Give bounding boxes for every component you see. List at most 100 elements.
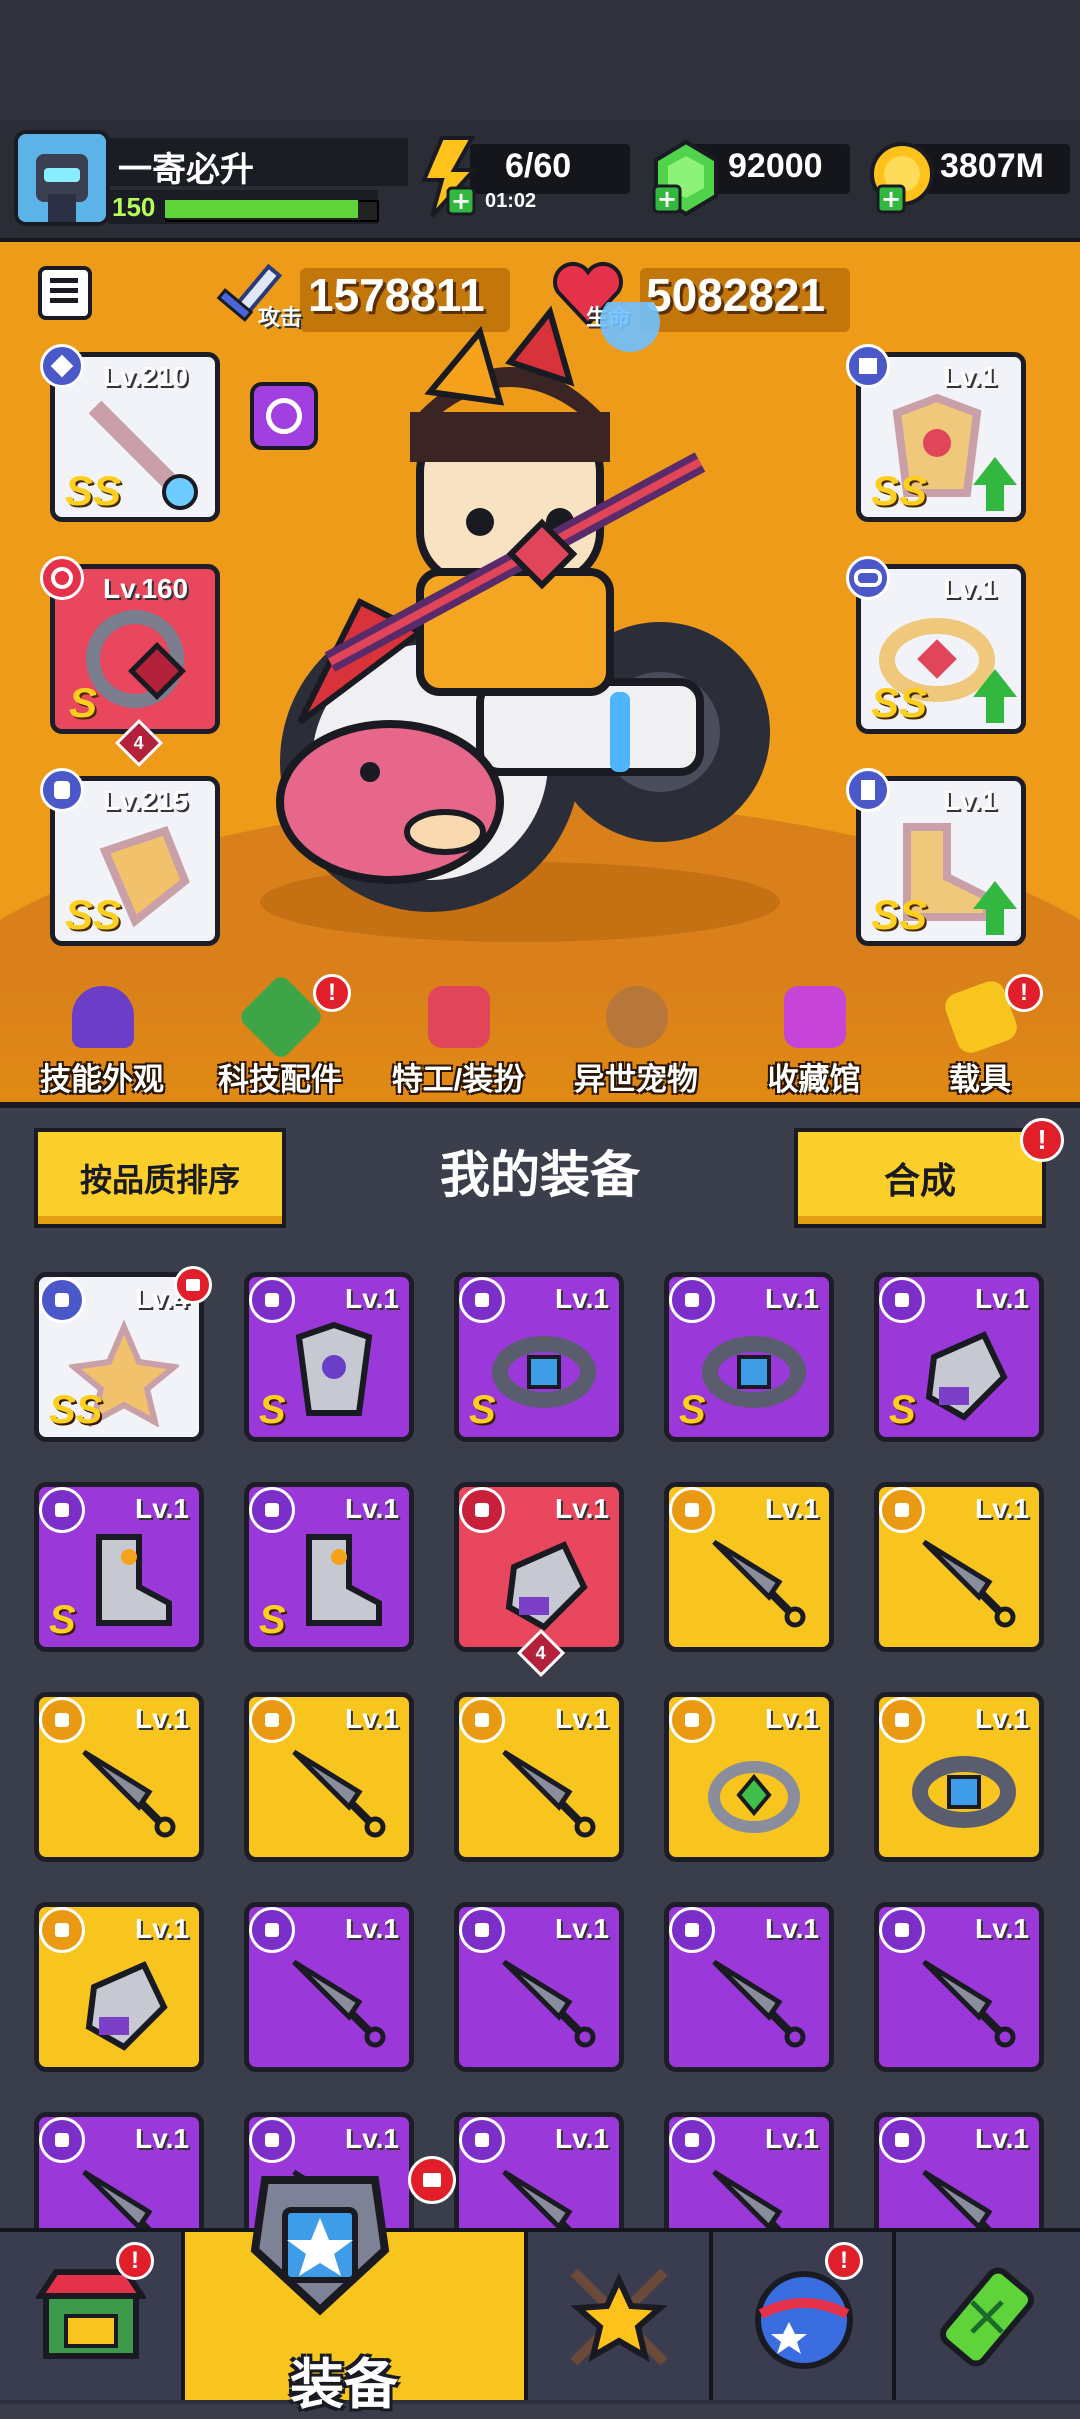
inventory-item[interactable]: Lv.1 (664, 1902, 834, 2072)
energy-timer: 01:02 (485, 190, 537, 212)
kunai-icon (489, 1947, 599, 2057)
kunai-icon (909, 1527, 1019, 1637)
kunai-icon (699, 1527, 809, 1637)
item-type-icon (249, 1277, 295, 1323)
item-level: Lv.1 (765, 1493, 819, 1524)
gem-count: 92000 (728, 147, 823, 185)
inventory-item[interactable]: Lv.1 (454, 2112, 624, 2228)
item-type-icon (249, 2117, 295, 2163)
status-bar (0, 0, 1080, 120)
kunai-icon (279, 1737, 389, 1847)
feature-collection[interactable]: 收藏馆 (729, 978, 899, 1098)
feature-pets[interactable]: 异世宠物 (551, 978, 721, 1098)
inventory-item[interactable]: Lv.1 (874, 1692, 1044, 1862)
nav-tab-heroes[interactable] (528, 2232, 713, 2400)
item-type-icon (249, 1487, 295, 1533)
inventory-item[interactable]: Lv.1 (34, 2112, 204, 2228)
feature-vehicle[interactable]: ! 载具 (895, 974, 1065, 1098)
alert-badge: ! (313, 974, 351, 1012)
belt-icon (489, 1317, 599, 1427)
item-grade: S (679, 1388, 706, 1432)
inventory-item[interactable]: Lv.1 (454, 1692, 624, 1862)
hex-chip-icon (237, 973, 325, 1061)
hat-icon (72, 986, 134, 1048)
kunai-icon (909, 1947, 1019, 2057)
item-type-icon (459, 1487, 505, 1533)
alert-badge: ! (1005, 974, 1043, 1012)
inventory-item[interactable]: Lv.1 (34, 1692, 204, 1862)
inventory-item[interactable]: Lv.1 (244, 1902, 414, 2072)
item-type-icon (669, 2117, 715, 2163)
glove-icon (489, 1527, 599, 1637)
item-level: Lv.1 (135, 2123, 189, 2154)
inventory-item[interactable]: Lv.1 (664, 1482, 834, 1652)
armor-icon (279, 1317, 389, 1427)
treasure-chest-icon (784, 986, 846, 1048)
feature-label: 载具 (949, 1062, 1011, 1097)
item-level: Lv.1 (555, 1913, 609, 1944)
item-level: Lv.1 (345, 2123, 399, 2154)
upgrade-arrow-icon (973, 669, 1017, 723)
new-item-alert-badge (174, 1266, 212, 1304)
item-level: Lv.1 (345, 1283, 399, 1314)
nav-tab-shop[interactable]: ! (0, 2232, 185, 2400)
player-avatar[interactable] (14, 130, 110, 226)
inventory-item[interactable]: Lv.1 (664, 2112, 834, 2228)
belt-type-icon (846, 556, 890, 600)
inventory-item[interactable]: Lv.1 (244, 1692, 414, 1862)
feature-label: 异世宠物 (574, 1062, 698, 1097)
inventory-item[interactable]: Lv.1 (874, 1902, 1044, 2072)
item-level: Lv.1 (765, 1283, 819, 1314)
item-grade: S (49, 1598, 76, 1642)
inventory-item[interactable]: Lv.1 S (454, 1272, 624, 1442)
item-type-icon (879, 1487, 925, 1533)
kunai-icon (699, 2157, 809, 2228)
feature-agent-outfit[interactable]: 特工/装扮 (373, 978, 543, 1098)
feature-skill-skin[interactable]: 技能外观 (17, 978, 187, 1098)
item-type-icon (879, 2117, 925, 2163)
inventory-item[interactable]: Lv.1 (874, 2112, 1044, 2228)
belt-icon (909, 1737, 1019, 1847)
slot-level: Lv.1 (943, 361, 997, 392)
slot-grade: SS (65, 891, 122, 938)
merge-alert-badge: ! (1020, 1118, 1064, 1162)
inventory-item[interactable]: Lv.1 S (34, 1482, 204, 1652)
inventory-item[interactable]: Lv.1 (874, 1482, 1044, 1652)
inventory-item[interactable]: Lv.1 S (244, 1482, 414, 1652)
hero-stage: 攻击 1578811 生命 5082821 (0, 242, 1080, 1102)
target-emblem-icon[interactable] (250, 382, 318, 450)
equipment-icon (250, 2176, 390, 2316)
boot-icon (279, 1527, 389, 1637)
item-grade: S (889, 1388, 916, 1432)
armor-type-icon (846, 344, 890, 388)
menu-list-icon[interactable] (38, 266, 92, 320)
necklace-type-icon (40, 556, 84, 600)
inventory-item[interactable]: Lv.1 (454, 1482, 624, 1652)
feature-tech-parts[interactable]: ! 科技配件 (195, 973, 365, 1098)
nav-tab-explore[interactable]: ! (713, 2232, 896, 2400)
gem-icon[interactable]: + (650, 138, 722, 222)
item-level: Lv.1 (345, 1493, 399, 1524)
item-level: Lv.1 (765, 2123, 819, 2154)
item-type-icon (669, 1697, 715, 1743)
coin-icon[interactable]: + (866, 138, 938, 222)
inventory-item[interactable]: Lv.1 S (874, 1272, 1044, 1442)
nav-tab-lab[interactable] (896, 2232, 1080, 2400)
star-swords-icon (570, 2268, 668, 2366)
item-type-icon (879, 1907, 925, 1953)
inventory-item[interactable]: Lv.1 S (244, 1272, 414, 1442)
inventory-item[interactable]: Lv.1 (664, 1692, 834, 1862)
inventory-item[interactable]: Lv.1 (454, 1902, 624, 2072)
merge-button[interactable]: 合成 (794, 1128, 1046, 1228)
glove-icon (69, 1947, 179, 2057)
belt-icon (699, 1317, 809, 1427)
item-type-icon (39, 1697, 85, 1743)
slot-level: Lv.210 (103, 361, 189, 392)
inventory-item[interactable]: Lv.1 S (664, 1272, 834, 1442)
svg-text:+: + (451, 187, 471, 215)
item-level: Lv.1 (345, 1703, 399, 1734)
item-level: Lv.1 (555, 1283, 609, 1314)
kunai-icon (69, 1737, 179, 1847)
svg-text:+: + (881, 185, 901, 213)
inventory-item[interactable]: Lv.1 (34, 1902, 204, 2072)
